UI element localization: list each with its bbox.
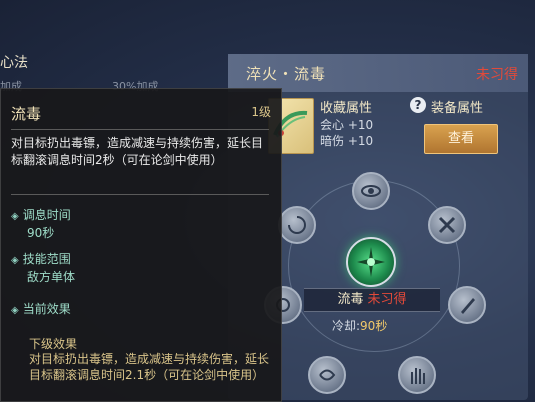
skill-wheel: 流毒 未习得 冷却:90秒 [260,170,530,400]
diamond-bullet-icon: ◈ [11,255,19,266]
equip-attr-label: 装备属性 [431,101,484,116]
item-value: 敌方单体 [27,270,76,284]
next-level-title: 下级效果 [29,337,78,351]
divider [11,194,269,195]
view-button[interactable]: 查看 [424,124,498,154]
learn-status: 未习得 [476,67,518,83]
center-skill-label: 流毒 未习得 [304,288,440,312]
skill-node-palm-icon[interactable] [398,356,436,394]
tooltip-item-range: ◈ 技能范围 敌方单体 [11,251,75,286]
panel-header: 淬火・流毒 未习得 [228,54,528,92]
cooldown-label: 冷却: [332,319,361,333]
skill-node-cross-icon[interactable] [428,206,466,244]
help-icon[interactable]: ? [410,97,426,113]
skill-node-blade-icon[interactable] [448,286,486,324]
skill-node-whirl-icon[interactable] [308,356,346,394]
item-label: 当前效果 [22,302,71,316]
next-level-description: 对目标扔出毒镖，造成减速与持续伤害，延长目标翻滚调息时间2.1秒（可在论剑中使用… [29,352,270,382]
skill-node-eye-icon[interactable] [352,172,390,210]
diamond-bullet-icon: ◈ [11,211,19,222]
item-label: 调息时间 [22,208,71,222]
cooldown-text: 冷却:90秒 [332,317,387,334]
skill-node-swirl-icon[interactable] [278,206,316,244]
skill-tooltip: 流毒 1级 对目标扔出毒镖，造成减速与持续伤害，延长目标翻滚调息时间2秒（可在论… [0,88,282,402]
divider [11,129,269,130]
collect-attr-hidden: 暗伤 +10 [320,134,374,148]
diamond-bullet-icon: ◈ [11,305,19,316]
collect-attr-crit: 会心 +10 [320,118,374,132]
item-label: 技能范围 [22,252,71,266]
center-skill-status: 未习得 [367,292,407,307]
tooltip-item-current: ◈ 当前效果 [11,301,71,319]
poison-skill-icon[interactable] [346,237,396,287]
item-value: 90秒 [27,226,55,240]
tooltip-description: 对目标扔出毒镖，造成减速与持续伤害，延长目标翻滚调息时间2秒（可在论剑中使用） [11,136,264,167]
panel-title: 淬火・流毒 [246,65,327,83]
mind-method-title: 心法 [0,55,28,71]
cooldown-value: 90秒 [360,319,388,333]
collect-attr-title: 收藏属性 [320,101,373,116]
tooltip-title: 流毒 [11,105,42,123]
tooltip-level: 1级 [251,105,271,119]
center-skill-name: 流毒 [337,292,364,307]
tooltip-item-cooldown: ◈ 调息时间 90秒 [11,207,71,242]
